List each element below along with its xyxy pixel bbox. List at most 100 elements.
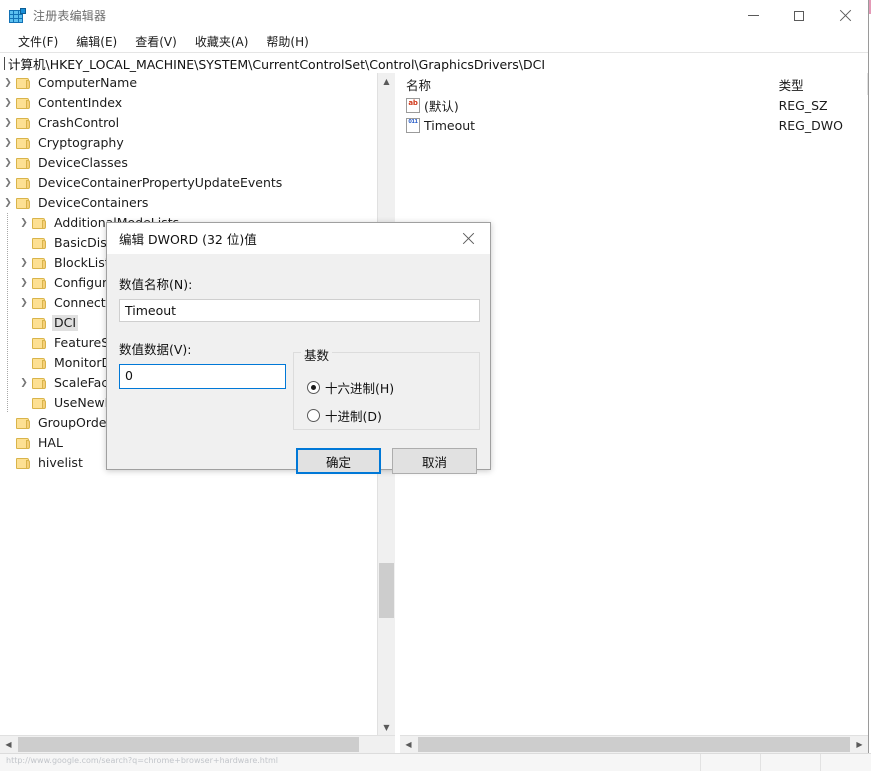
tree-item-label: HAL <box>36 435 65 451</box>
tree-leaf-spacer <box>0 433 16 453</box>
value-row[interactable]: ab(默认)REG_SZ <box>400 95 868 115</box>
dword-value-icon: 011 <box>406 118 420 133</box>
tree-scroll-thumb[interactable] <box>379 563 394 618</box>
menu-view[interactable]: 查看(V) <box>127 31 185 52</box>
value-data-label: 数值数据(V): <box>119 339 192 358</box>
close-icon <box>839 10 851 22</box>
scroll-down-icon[interactable]: ▼ <box>378 719 395 736</box>
scroll-left-icon[interactable]: ◀ <box>0 736 17 753</box>
chevron-right-icon[interactable]: ❯ <box>16 293 32 313</box>
tree-item[interactable]: ❯DeviceClasses <box>0 153 373 173</box>
tree-indent-guide <box>0 253 16 273</box>
chevron-right-icon[interactable]: ❯ <box>0 193 16 213</box>
tree-leaf-spacer <box>0 453 16 473</box>
tree-indent-guide <box>0 393 16 413</box>
column-header-name[interactable]: 名称 <box>400 73 773 95</box>
chevron-right-icon[interactable]: ❯ <box>16 273 32 293</box>
radio-hexadecimal[interactable]: 十六进制(H) <box>307 378 394 397</box>
value-type-cell: REG_DWO <box>773 118 868 133</box>
edit-dword-dialog: 编辑 DWORD (32 位)值 数值名称(N): Timeout 数值数据(V… <box>106 222 491 470</box>
folder-icon <box>32 297 47 310</box>
value-name-input[interactable]: Timeout <box>119 299 480 322</box>
tree-item-label: DCI <box>52 315 78 331</box>
value-row[interactable]: 011TimeoutREG_DWO <box>400 115 868 135</box>
folder-icon <box>16 417 31 430</box>
dialog-close-button[interactable] <box>446 223 490 254</box>
value-name-cell: ab(默认) <box>400 96 773 115</box>
menu-help[interactable]: 帮助(H) <box>258 31 316 52</box>
tree-item[interactable]: ❯ DeviceContainers <box>0 193 373 213</box>
tree-hscroll-thumb[interactable] <box>18 737 359 752</box>
chevron-right-icon[interactable]: ❯ <box>16 253 32 273</box>
value-data-input[interactable]: 0 <box>119 364 286 389</box>
tree-item[interactable]: ❯ ComputerName <box>0 73 373 93</box>
folder-icon <box>16 157 31 170</box>
ok-button[interactable]: 确定 <box>296 448 381 474</box>
registry-editor-icon <box>9 8 25 24</box>
chevron-right-icon[interactable]: ❯ <box>16 373 32 393</box>
tree-leaf-spacer <box>16 393 32 413</box>
background-browser-bar: http://www.google.com/search?q=chrome+br… <box>0 753 871 771</box>
folder-icon <box>16 117 31 130</box>
tree-item-label: DeviceContainers <box>36 195 150 211</box>
values-scroll-left-icon[interactable]: ◀ <box>400 736 417 753</box>
folder-icon <box>32 357 47 370</box>
chevron-right-icon[interactable]: ❯ <box>0 133 16 153</box>
tree-item-label: BlockList <box>52 255 112 271</box>
window-title: 注册表编辑器 <box>33 7 106 24</box>
chevron-right-icon[interactable]: ❯ <box>0 173 16 193</box>
folder-icon <box>16 177 31 190</box>
value-type-cell: REG_SZ <box>773 98 868 113</box>
cancel-button[interactable]: 取消 <box>392 448 477 474</box>
dialog-title: 编辑 DWORD (32 位)值 <box>119 229 257 248</box>
chevron-right-icon[interactable]: ❯ <box>16 213 32 233</box>
column-header-type[interactable]: 类型 <box>773 73 868 95</box>
radio-decimal-icon <box>307 409 320 422</box>
menu-edit[interactable]: 编辑(E) <box>68 31 125 52</box>
scroll-up-icon[interactable]: ▲ <box>378 73 395 90</box>
tree-indent-guide <box>0 353 16 373</box>
tree-item[interactable]: ❯ Cryptography <box>0 133 373 153</box>
close-button[interactable] <box>822 0 868 31</box>
chevron-right-icon[interactable]: ❯ <box>0 113 16 133</box>
folder-icon <box>16 97 31 110</box>
values-hscroll-thumb[interactable] <box>418 737 850 752</box>
tree-item[interactable]: ❯ DeviceContainerPropertyUpdateEvents <box>0 173 373 193</box>
folder-icon <box>16 137 31 150</box>
tree-indent-guide <box>0 233 16 253</box>
background-browser-url: http://www.google.com/search?q=chrome+br… <box>6 756 278 765</box>
tree-item-label: DeviceContainerPropertyUpdateEvents <box>36 175 284 191</box>
tree-item-label: Cryptography <box>36 135 126 151</box>
dialog-body: 数值名称(N): Timeout 数值数据(V): 0 基数 十六进制(H) 十… <box>107 254 490 469</box>
chevron-right-icon[interactable]: ❯ <box>0 153 16 173</box>
menu-favorites[interactable]: 收藏夹(A) <box>187 31 257 52</box>
tree-indent-guide <box>0 293 16 313</box>
maximize-icon <box>794 11 804 21</box>
tree-horizontal-scrollbar[interactable]: ◀ ▶ <box>0 735 395 753</box>
tree-indent-guide <box>0 273 16 293</box>
address-path: 计算机\HKEY_LOCAL_MACHINE\SYSTEM\CurrentCon… <box>8 54 545 73</box>
value-name-cell: 011Timeout <box>400 118 773 133</box>
maximize-button[interactable] <box>776 0 822 31</box>
folder-icon <box>16 77 31 90</box>
radio-hexadecimal-label: 十六进制(H) <box>325 378 394 397</box>
minimize-icon <box>748 15 759 16</box>
folder-icon <box>32 217 47 230</box>
tree-item-label: CrashControl <box>36 115 121 131</box>
menu-file[interactable]: 文件(F) <box>10 31 66 52</box>
chevron-right-icon[interactable]: ❯ <box>0 73 16 93</box>
minimize-button[interactable] <box>730 0 776 31</box>
tree-item[interactable]: ❯ContentIndex <box>0 93 373 113</box>
chevron-right-icon[interactable]: ❯ <box>0 93 16 113</box>
tree-leaf-spacer <box>16 333 32 353</box>
address-bar[interactable]: 计算机\HKEY_LOCAL_MACHINE\SYSTEM\CurrentCon… <box>0 52 868 74</box>
tree-item-label: ComputerName <box>36 75 139 91</box>
tree-item[interactable]: ❯ CrashControl <box>0 113 373 133</box>
values-horizontal-scrollbar[interactable]: ◀ ▶ <box>400 735 868 753</box>
folder-icon <box>16 437 31 450</box>
values-header: 名称 类型 <box>400 73 868 95</box>
radio-decimal[interactable]: 十进制(D) <box>307 406 382 425</box>
tree-leaf-spacer <box>0 413 16 433</box>
value-name-label: 数值名称(N): <box>119 274 192 293</box>
values-scroll-right-icon[interactable]: ▶ <box>851 736 868 753</box>
